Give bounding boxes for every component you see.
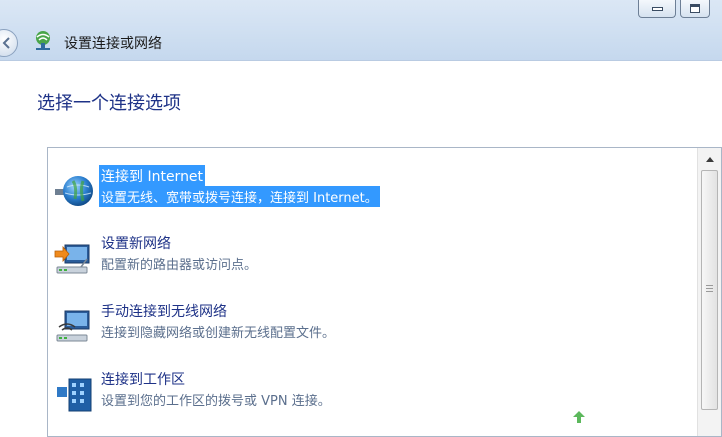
option-description: 配置新的路由器或访问点。 (101, 258, 258, 273)
back-button[interactable] (0, 29, 18, 57)
option-description: 设置无线、宽带或拨号连接，连接到 Internet。 (99, 186, 380, 207)
new-network-router-icon (54, 244, 90, 274)
option-title: 设置新网络 (101, 236, 171, 252)
connection-options-list[interactable]: 连接到 Internet 设置无线、宽带或拨号连接，连接到 Internet。 … (47, 147, 722, 437)
wireless-network-icon (56, 310, 90, 342)
option-connect-workplace[interactable]: 连接到工作区 设置到您的工作区的拨号或 VPN 连接。 (48, 369, 688, 429)
minimize-button[interactable] (638, 0, 676, 18)
workplace-vpn-icon (57, 378, 92, 412)
window-controls (638, 0, 710, 20)
maximize-icon (690, 4, 700, 13)
option-description: 连接到隐藏网络或创建新无线配置文件。 (101, 326, 336, 341)
option-setup-new-network[interactable]: 设置新网络 配置新的路由器或访问点。 (48, 233, 688, 293)
option-description: 设置到您的工作区的拨号或 VPN 连接。 (101, 394, 331, 409)
scroll-grip-line (706, 291, 713, 292)
option-title: 连接到 Internet (99, 165, 206, 187)
scroll-thumb[interactable] (701, 170, 718, 410)
scroll-up-button[interactable] (698, 148, 721, 170)
option-manual-wireless[interactable]: 手动连接到无线网络 连接到隐藏网络或创建新无线配置文件。 (48, 301, 688, 361)
option-title: 连接到工作区 (101, 372, 185, 388)
network-setup-icon (36, 31, 50, 50)
scroll-up-arrow-icon (705, 156, 714, 162)
option-title: 手动连接到无线网络 (101, 304, 227, 320)
green-arrow-icon (573, 411, 585, 423)
vertical-scrollbar[interactable] (697, 148, 721, 436)
title-bar: 设置连接或网络 (0, 0, 722, 61)
minimize-icon (651, 6, 663, 11)
page-heading: 选择一个连接选项 (37, 93, 181, 114)
back-arrow-icon (2, 37, 10, 49)
scroll-grip-line (706, 285, 713, 286)
window-title: 设置连接或网络 (64, 36, 162, 52)
scroll-grip-line (706, 288, 713, 289)
maximize-button[interactable] (680, 0, 710, 18)
globe-network-icon (55, 176, 93, 206)
option-connect-internet[interactable]: 连接到 Internet 设置无线、宽带或拨号连接，连接到 Internet。 (48, 165, 688, 225)
